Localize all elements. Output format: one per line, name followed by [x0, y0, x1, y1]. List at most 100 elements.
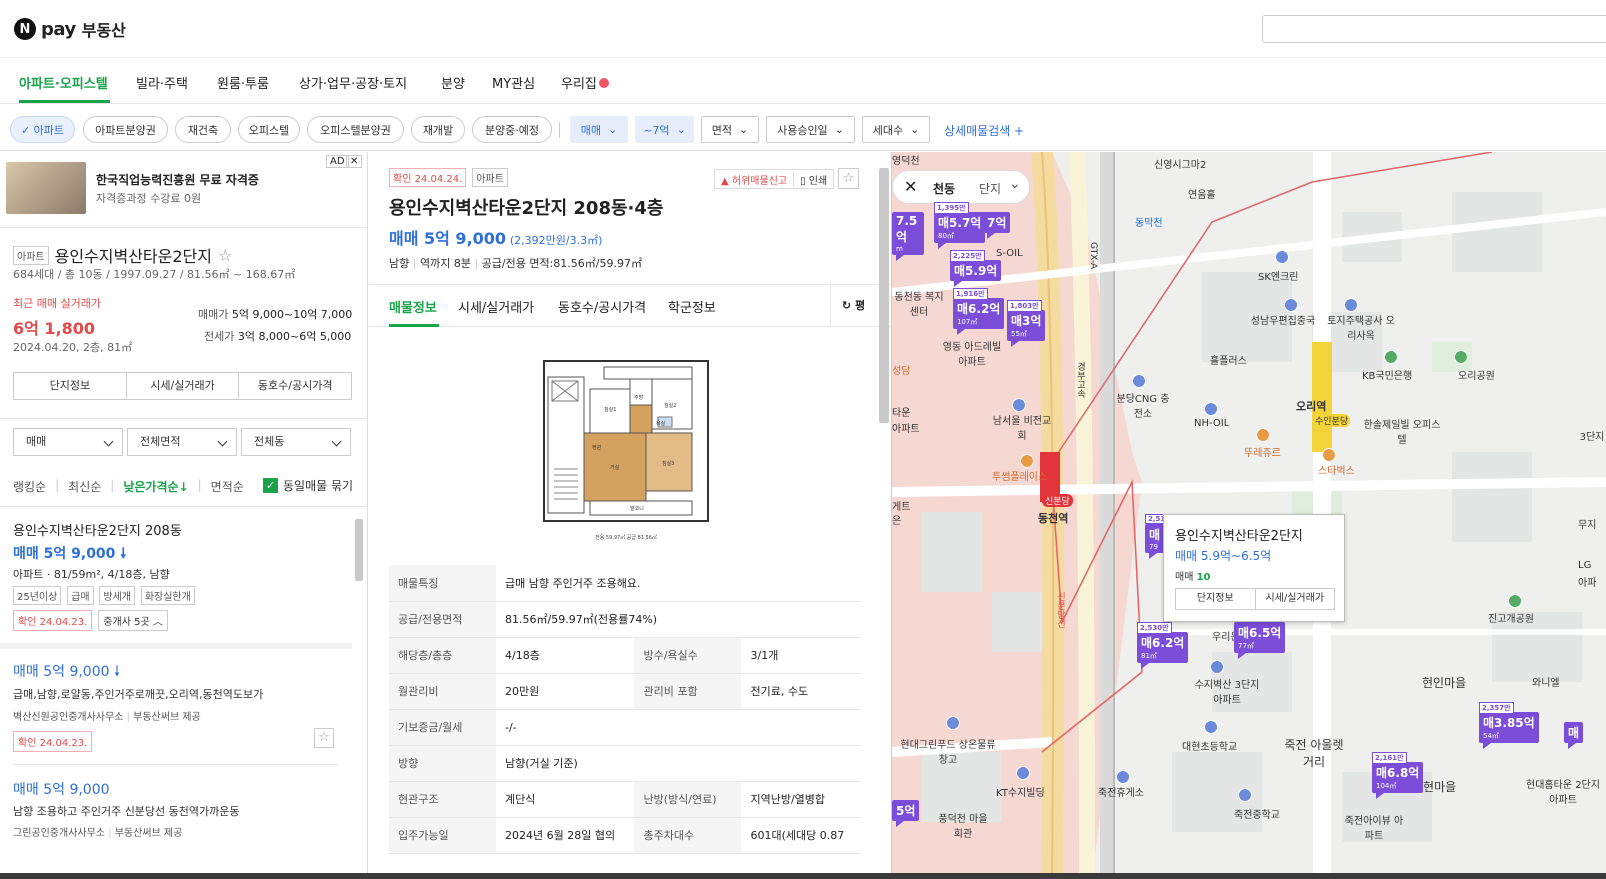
map-search-mode[interactable]: 단지 [979, 180, 1001, 197]
deal-dropdown[interactable]: 매매 [13, 428, 123, 456]
tab-price-history[interactable]: 시세/실거래가 [458, 297, 534, 316]
marker-price: 매5.9억 [954, 264, 998, 278]
table-key: 방향 [389, 745, 496, 782]
price-marker[interactable]: 2,225만 매5.9억 [950, 250, 1002, 287]
tab-presale[interactable]: 분양 [441, 73, 465, 92]
tab-oneroom-tworoom[interactable]: 원룸·투룸 [217, 73, 269, 92]
list-scrollbar[interactable] [355, 519, 363, 581]
tab-listing-info[interactable]: 매물정보 [389, 297, 437, 316]
price-marker[interactable]: 2,161만 매6.8억 104㎡ [1372, 752, 1424, 799]
popup-complex-info-button[interactable]: 단지정보 [1176, 589, 1256, 609]
table-value: 4/18층 [496, 637, 635, 674]
tab-our-home[interactable]: 우리집 [561, 73, 609, 92]
price-select[interactable]: ~7억 ⌄ [635, 116, 694, 143]
table-value: 계단식 [496, 781, 635, 818]
sort-latest[interactable]: 최신순 [68, 478, 101, 495]
price-marker[interactable]: 5억 [892, 800, 920, 827]
map-label: 신분당선 [1055, 592, 1065, 628]
price-marker[interactable]: 2,357만 매3.85억 54㎡ [1479, 702, 1539, 749]
map-label: 타운 [892, 408, 911, 419]
filter-redevelopment[interactable]: 재개발 [411, 116, 465, 143]
tab-commercial[interactable]: 상가·업무·공장·토지 [299, 73, 407, 92]
detail-scrollbar[interactable] [879, 168, 889, 423]
price-marker[interactable]: 1,395만 매5.7억 80㎡ [934, 202, 986, 249]
sort-ranking[interactable]: 랭킹순 [13, 478, 46, 495]
price-marker[interactable]: 1,803만 매3억 55㎡ [1007, 300, 1046, 347]
report-false-listing-button[interactable]: ▲ 허위매물신고 [715, 171, 795, 187]
list-item[interactable]: 매매 5억 9,000 🠗 급매,남향,로얄동,주인거주로깨끗,오리역,동천역도… [0, 649, 352, 769]
floor-plan-image[interactable]: 침실1 침실2 거실 침실3 주방 욕실 현관 발코니 전용 59.97㎡ 공급… [534, 349, 718, 549]
filter-apartment[interactable]: ✓ 아파트 [10, 116, 75, 143]
fp-room-balcony: 발코니 [630, 505, 644, 512]
favorite-star-icon[interactable]: ☆ [314, 728, 334, 748]
siren-icon: ▲ [721, 175, 729, 187]
tab-my-interest[interactable]: MY관심 [492, 73, 535, 92]
jeonse-price-row: 전세가 3억 8,000~6억 5,000 [204, 328, 351, 344]
group-same-listings[interactable]: ✓ 동일매물 묶기 [263, 477, 353, 494]
area-dropdown[interactable]: 전체면적 [127, 428, 237, 456]
tab-school[interactable]: 학군정보 [668, 297, 716, 316]
price-marker[interactable]: 매6.5억 77㎡ [1234, 622, 1286, 659]
price-marker[interactable]: 7.5억 m [892, 212, 924, 261]
gas-station-icon [1275, 250, 1289, 264]
map-label: 수인분당 [1313, 414, 1351, 427]
price-marker[interactable]: 2,51 매 79 [1145, 514, 1169, 559]
search-input[interactable] [1262, 15, 1606, 43]
advanced-search-link[interactable]: 상세매물검색 + [944, 122, 1024, 139]
map-label: 현대그린푸드 상온물류창고 [900, 740, 996, 766]
deal-type-select[interactable]: 매매 ⌄ [570, 116, 628, 143]
npay-real-estate-logo[interactable]: N pay 부동산 [14, 17, 126, 41]
filter-apartment-presale[interactable]: 아파트분양권 [83, 116, 168, 143]
map-label: LG [1578, 560, 1592, 571]
complex-action-buttons: 단지정보 시세/실거래가 동호수/공시가격 [13, 372, 352, 400]
area-unit-toggle[interactable]: ↻ 평 [830, 285, 876, 327]
marker-price: 매6.8억 [1376, 766, 1420, 780]
list-item[interactable]: 매매 5억 9,000 남향 조용하고 주인거주 신분당선 동천역가까운동 그린… [0, 765, 352, 875]
list-item[interactable]: 용인수지벽산타운2단지 208동 매매 5억 9,000 🠗 아파트 · 81/… [0, 508, 352, 643]
price-marker[interactable]: 1,916만 매6.2억 107㎡ [953, 288, 1005, 335]
approval-date-select-label: 사용승인일 [777, 123, 828, 137]
filter-presale-scheduled[interactable]: 분양중·예정 [472, 116, 552, 143]
jeonse-price-range: 3억 8,000~6억 5,000 [237, 330, 352, 343]
tab-apartment-officetel[interactable]: 아파트·오피스텔 [19, 73, 108, 92]
summary-area: 공급/전용 면적:81.56㎡/59.97㎡ [481, 257, 642, 270]
filter-officetel-presale[interactable]: 오피스텔분양권 [307, 116, 404, 143]
map-view[interactable]: ✕ 천동 단지 ⌄ 신영시그마2 연움홀 동막천 SK엔크린 성남우편집중국 토… [892, 152, 1606, 879]
unit-official-price-button[interactable]: 동호수/공시가격 [239, 373, 351, 399]
favorite-star-icon[interactable]: ☆ [838, 168, 859, 189]
tab-villa-house[interactable]: 빌라·주택 [136, 73, 188, 92]
marker-price-per-pyeong: 2,161만 [1372, 752, 1407, 764]
building-dropdown[interactable]: 전체동 [241, 428, 351, 456]
complex-info-button[interactable]: 단지정보 [14, 373, 127, 399]
favorite-star-icon[interactable]: ☆ [218, 246, 232, 265]
complex-popup[interactable]: 용인수지벽산타운2단지 매매 5.9억~6.5억 매매 10 단지정보 시세/실… [1163, 514, 1345, 622]
checkbox-checked-icon[interactable]: ✓ [263, 478, 278, 493]
area-select[interactable]: 면적 ⌄ [701, 116, 759, 143]
map-label: 남서울 비전교회 [992, 416, 1052, 442]
popup-price-history-button[interactable]: 시세/실거래가 [1256, 589, 1335, 609]
map-region-search[interactable]: ✕ 천동 단지 ⌄ [892, 170, 1030, 204]
filter-officetel[interactable]: 오피스텔 [238, 116, 300, 143]
filter-reconstruction[interactable]: 재건축 [175, 116, 231, 143]
sort-lowest-price[interactable]: 낮은가격순↓ [123, 478, 188, 495]
households-select[interactable]: 세대수 ⌄ [862, 116, 930, 143]
complex-title-row: 아파트 용인수지벽산타운2단지 ☆ [13, 243, 232, 267]
close-icon[interactable]: ✕ [904, 177, 917, 196]
price-history-button[interactable]: 시세/실거래가 [127, 373, 240, 399]
price-marker[interactable]: 2,530만 매6.2억 81㎡ [1137, 622, 1189, 669]
listing-price: 매매 5억 9,000 [13, 782, 110, 798]
price-marker[interactable]: 매 [1564, 722, 1584, 749]
price-down-arrow-icon: 🠗 [120, 546, 127, 562]
ad-banner[interactable]: 한국직업능력진흥원 무료 자격증 자격증과정 수강료 0원 AD ✕ [0, 152, 367, 228]
price-marker[interactable]: 7억 [983, 212, 1011, 239]
chevron-down-icon: ⌄ [834, 123, 844, 136]
agents-toggle-button[interactable]: 중개사 5곳 ︿ [98, 610, 168, 631]
map-label: 현인마을 [1422, 676, 1467, 690]
tab-unit-price[interactable]: 동호수/공시가격 [558, 297, 646, 316]
approval-date-select[interactable]: 사용승인일 ⌄ [766, 116, 855, 143]
table-key: 월관리비 [389, 673, 496, 710]
map-label: 은 [892, 516, 902, 527]
sort-area[interactable]: 면적순 [211, 478, 244, 495]
print-button[interactable]: ▯ 인쇄 [794, 172, 833, 187]
ad-close-icon[interactable]: ✕ [346, 155, 363, 168]
